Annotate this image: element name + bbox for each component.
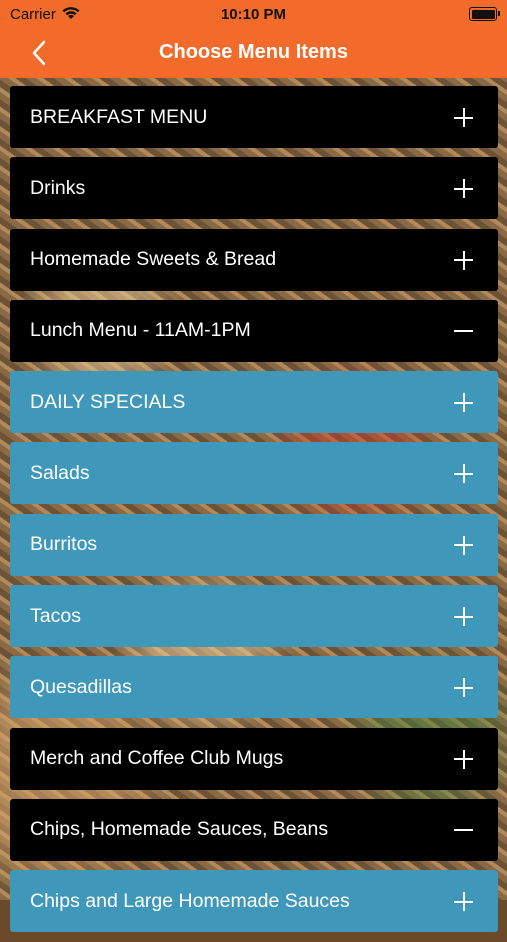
menu-category-label: BREAKFAST MENU — [30, 105, 208, 128]
expand-plus-icon[interactable] — [454, 179, 473, 199]
expand-plus-icon[interactable] — [454, 393, 473, 413]
menu-category-label: Quesadillas — [30, 675, 132, 698]
menu-category-list: BREAKFAST MENU Drinks Homemade Sweets & Br… — [10, 86, 498, 942]
menu-category-row[interactable]: Chips, Homemade Sauces, Beans — [10, 798, 498, 861]
expand-plus-icon[interactable] — [454, 892, 473, 912]
battery-icon — [469, 7, 500, 21]
status-bar: Carrier 10:10 PM — [0, 0, 507, 28]
menu-category-row[interactable]: Chips and Large Homemade Sauces — [10, 870, 498, 933]
menu-category-row[interactable]: Homemade Sweets & Bread — [10, 228, 498, 291]
menu-category-label: Chips and Large Homemade Sauces — [30, 889, 350, 912]
collapse-minus-icon[interactable] — [454, 821, 473, 840]
menu-category-row[interactable]: Lunch Menu - 11AM-1PM — [10, 299, 498, 362]
menu-category-label: Salads — [30, 461, 90, 484]
expand-plus-icon[interactable] — [454, 749, 473, 769]
menu-category-label: DAILY SPECIALS — [30, 390, 186, 413]
menu-category-label: Chips, Homemade Sauces, Beans — [30, 818, 329, 841]
expand-plus-icon[interactable] — [454, 607, 473, 627]
menu-category-row[interactable]: BREAKFAST MENU — [10, 86, 498, 148]
menu-category-row[interactable]: Burritos — [10, 513, 498, 576]
menu-category-label: Burritos — [30, 533, 98, 556]
menu-category-row[interactable]: Merch and Coffee Club Mugs — [10, 727, 498, 790]
expand-plus-icon[interactable] — [454, 678, 473, 698]
menu-category-label: Tacos — [30, 604, 81, 627]
menu-category-label: Homemade Sweets & Bread — [30, 248, 277, 271]
expand-plus-icon[interactable] — [454, 108, 473, 127]
menu-category-row[interactable]: Salads — [10, 442, 498, 505]
collapse-minus-icon[interactable] — [454, 322, 473, 341]
page-title: Choose Menu Items — [159, 41, 348, 63]
menu-category-row[interactable]: Quesadillas — [10, 656, 498, 719]
menu-category-row[interactable]: DAILY SPECIALS — [10, 371, 498, 434]
menu-category-label: Lunch Menu - 11AM-1PM — [30, 319, 251, 342]
menu-category-label: Drinks — [30, 176, 86, 199]
expand-plus-icon[interactable] — [454, 250, 473, 270]
menu-category-row[interactable]: Drinks — [10, 157, 498, 220]
clock: 10:10 PM — [220, 6, 287, 23]
menu-category-label: Merch and Coffee Club Mugs — [30, 747, 284, 770]
menu-category-row[interactable]: Tacos — [10, 585, 498, 648]
expand-plus-icon[interactable] — [454, 535, 473, 555]
navigation-bar: Choose Menu Items — [0, 28, 507, 78]
expand-plus-icon[interactable] — [454, 464, 473, 484]
